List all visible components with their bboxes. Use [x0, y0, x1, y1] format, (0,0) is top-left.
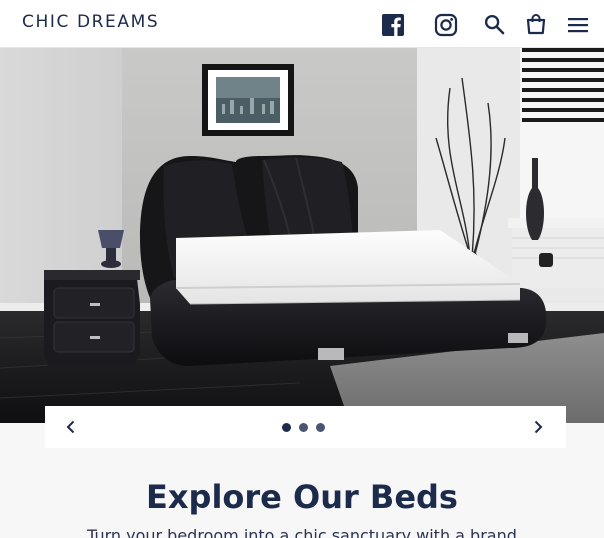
slide-dot-3[interactable]	[316, 423, 325, 432]
slide-dot-2[interactable]	[299, 423, 308, 432]
next-slide-button[interactable]	[529, 418, 547, 436]
hero-slideshow[interactable]	[0, 48, 604, 423]
search-icon[interactable]	[484, 14, 505, 35]
slide-dot-1[interactable]	[282, 423, 291, 432]
slide-dots	[282, 423, 325, 433]
site-header: CHIC DREAMS	[0, 0, 604, 48]
facebook-icon[interactable]	[381, 13, 405, 37]
chevron-left-icon	[66, 420, 75, 434]
menu-icon[interactable]	[567, 15, 589, 35]
slideshow-controls	[45, 406, 566, 448]
cart-icon[interactable]	[525, 13, 547, 35]
site-logo[interactable]: CHIC DREAMS	[22, 12, 159, 32]
hero-image	[0, 48, 604, 423]
section-description: Turn your bedroom into a chic sanctuary …	[87, 526, 517, 538]
previous-slide-button[interactable]	[62, 418, 80, 436]
instagram-icon[interactable]	[434, 13, 458, 37]
section-title: Explore Our Beds	[146, 478, 458, 516]
chevron-right-icon	[534, 420, 543, 434]
